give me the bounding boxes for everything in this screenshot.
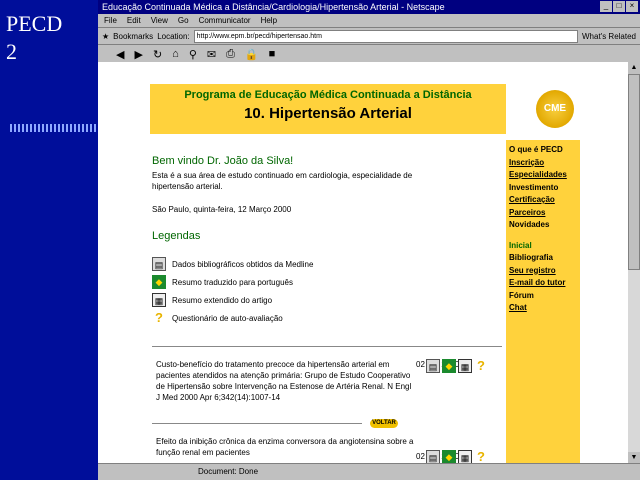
sidebar-item[interactable]: Inicial (509, 240, 580, 253)
back-icon[interactable]: ◀ (116, 48, 124, 61)
page-content: Programa de Educação Médica Continuada a… (98, 62, 628, 464)
sidebar-item[interactable]: Investimento (509, 182, 580, 195)
print-icon[interactable]: ⎙ (226, 48, 235, 61)
sidebar-item[interactable]: Certificação (509, 194, 580, 207)
location-bar: ★ Bookmarks Location: http://www.epm.br/… (98, 28, 640, 45)
brazil-flag-icon: ◆ (152, 275, 166, 289)
location-label: Location: (157, 31, 190, 41)
sidebar-item[interactable]: Bibliografia (509, 252, 580, 265)
legend-item: ▦ Resumo extendido do artigo (152, 293, 272, 307)
welcome-text: Bem vindo Dr. João da Silva! (152, 155, 294, 167)
brazil-flag-icon[interactable]: ◆ (442, 450, 456, 464)
slide-title: PECD 2 (6, 11, 63, 64)
forward-icon[interactable]: ▶ (134, 48, 142, 61)
legend-text: Resumo traduzido para português (172, 277, 293, 287)
question-icon[interactable]: ? (474, 359, 488, 373)
minimize-icon[interactable]: _ (600, 1, 612, 12)
slide-decoration-bar (10, 124, 98, 132)
extended-summary-icon: ▦ (152, 293, 166, 307)
question-icon: ? (155, 310, 163, 325)
guide-icon[interactable]: ✉ (207, 48, 216, 61)
reload-icon[interactable]: ↻ (153, 48, 162, 61)
back-button[interactable]: VOLTAR (370, 419, 398, 428)
scroll-thumb[interactable] (628, 74, 640, 270)
sidebar-item[interactable]: O que é PECD (509, 144, 580, 157)
related-button[interactable]: What's Related (582, 32, 636, 41)
legend-text: Resumo extendido do artigo (172, 295, 273, 305)
sidebar-nav: O que é PECD Inscrição Especialidades Inves… (506, 140, 580, 464)
menu-bar: File Edit View Go Communicator Help (98, 14, 640, 28)
page-header: Programa de Educação Médica Continuada a… (150, 84, 506, 134)
security-icon[interactable]: 🔒 (245, 48, 259, 61)
sidebar-item[interactable]: Fórum (509, 290, 580, 303)
close-icon[interactable]: × (626, 1, 638, 12)
legend-item: ? Questionário de auto-avaliação (152, 311, 283, 325)
cme-seal: CME (536, 90, 574, 128)
status-bar: Document: Done (98, 463, 640, 480)
medline-icon[interactable]: ▤ (426, 359, 440, 373)
window-title: Educação Continuada Médica a Distância/C… (102, 2, 445, 12)
window-titlebar: Educação Continuada Médica a Distância/C… (98, 0, 640, 14)
legend-text: Dados bibliográficos obtidos da Medline (172, 259, 314, 269)
legend-text: Questionário de auto-avaliação (172, 313, 283, 323)
sidebar-item[interactable]: Inscrição (509, 157, 580, 170)
maximize-icon[interactable]: □ (613, 1, 625, 12)
menu-item-edit[interactable]: Edit (127, 14, 141, 27)
sidebar-item[interactable]: Parceiros (509, 207, 580, 220)
menu-item-go[interactable]: Go (178, 14, 189, 27)
divider (152, 346, 502, 347)
sidebar-item[interactable]: E-mail do tutor (509, 277, 580, 290)
article-link[interactable]: Efeito da inibição crônica da enzima con… (156, 436, 416, 458)
menu-item-file[interactable]: File (104, 14, 117, 27)
brazil-flag-icon[interactable]: ◆ (442, 359, 456, 373)
intro-text: Esta é a sua área de estudo continuado e… (152, 171, 413, 191)
question-icon[interactable]: ? (474, 450, 488, 464)
browser-window: Educação Continuada Médica a Distância/C… (98, 0, 640, 480)
divider (152, 423, 362, 424)
legend-item: ▤ Dados bibliográficos obtidos da Medlin… (152, 257, 313, 271)
home-icon[interactable]: ⌂ (172, 48, 179, 60)
topic-title: 10. Hipertensão Arterial (244, 105, 412, 122)
extended-summary-icon[interactable]: ▦ (458, 450, 472, 464)
medline-icon[interactable]: ▤ (426, 450, 440, 464)
medline-icon: ▤ (152, 257, 166, 271)
bookmarks-button[interactable]: Bookmarks (113, 32, 153, 41)
menu-item-view[interactable]: View (151, 14, 168, 27)
search-icon[interactable]: ⚲ (189, 48, 197, 61)
sidebar-item[interactable]: Novidades (509, 219, 580, 232)
vertical-scrollbar[interactable]: ▲ ▼ (628, 62, 640, 464)
legend-title: Legendas (152, 230, 201, 242)
scroll-up-icon[interactable]: ▲ (628, 62, 640, 74)
menu-item-help[interactable]: Help (261, 14, 277, 27)
menu-item-communicator[interactable]: Communicator (199, 14, 251, 27)
stop-icon[interactable]: ■ (269, 48, 276, 60)
sidebar-item[interactable]: Seu registro (509, 265, 580, 278)
sidebar-item[interactable]: Chat (509, 302, 580, 315)
bookmarks-icon[interactable]: ★ (102, 32, 109, 41)
legend-item: ◆ Resumo traduzido para português (152, 275, 293, 289)
article-icons: ▤ ◆ ▦ ? (426, 450, 488, 464)
extended-summary-icon[interactable]: ▦ (458, 359, 472, 373)
article-link[interactable]: Custo-benefício do tratamento precoce da… (156, 359, 416, 403)
date-text: São Paulo, quinta-feira, 12 Março 2000 (152, 205, 292, 214)
sidebar-item[interactable]: Especialidades (509, 169, 580, 182)
url-input[interactable]: http://www.epm.br/pecd/hipertensao.htm (193, 29, 578, 43)
article-icons: ▤ ◆ ▦ ? (426, 359, 488, 373)
status-text: Document: Done (198, 467, 259, 476)
program-title: Programa de Educação Médica Continuada a… (184, 89, 472, 101)
